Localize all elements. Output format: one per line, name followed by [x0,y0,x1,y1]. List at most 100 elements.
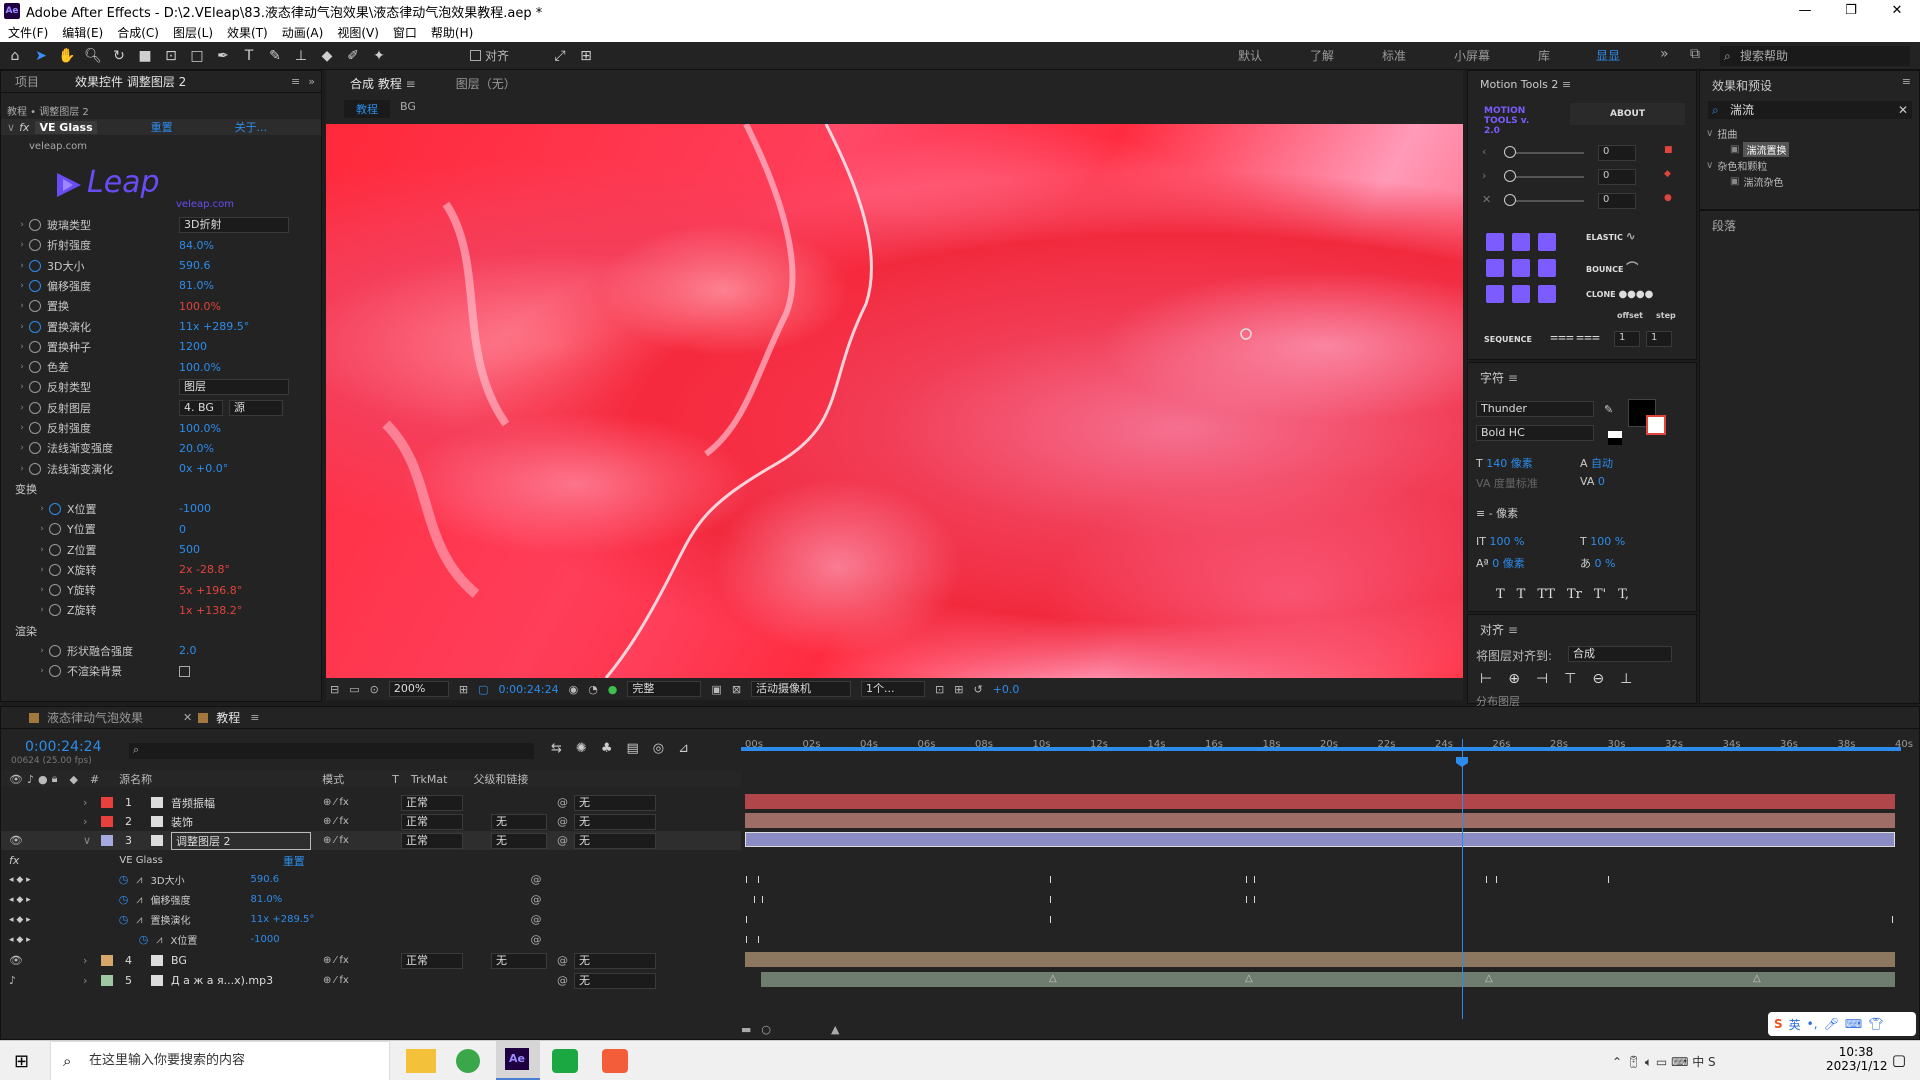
layer-switches[interactable]: ⊕ ⁄ fx [323,955,395,966]
tab-comp-tutorial[interactable]: 教程 [216,709,240,726]
effect-row-reset[interactable]: 重置 [283,853,305,869]
comp-breadcrumb-bg[interactable]: BG [400,100,416,118]
effect-property-row[interactable]: › 反射图层 4. BG 源 [15,399,315,416]
expand-arrow-icon[interactable]: › [15,464,29,474]
effect-property-row[interactable]: › 3D大小 590.6 [15,258,315,274]
audio-marker[interactable]: △ [1485,974,1493,984]
pickwhip-icon[interactable]: @ [557,974,568,987]
rotate-tool-icon[interactable]: ↻ [108,45,130,67]
file-explorer-icon[interactable] [406,1049,436,1073]
stopwatch-icon[interactable] [29,422,41,434]
effect-property-row[interactable]: › Y位置 0 [35,521,335,537]
selection-tool-icon[interactable]: ➤ [30,45,52,67]
layer-mode-select[interactable]: 正常 [401,832,463,849]
audio-marker[interactable]: △ [1049,974,1057,984]
menu-item[interactable]: 合成(C) [117,24,159,41]
property-value[interactable]: 1200 [179,340,207,353]
property-select-source[interactable]: 源 [229,399,283,416]
faux-style-button[interactable]: T, [1618,587,1629,602]
sequence-down-icon[interactable]: ⩶ [1576,329,1600,345]
faux-style-button[interactable]: TT [1537,587,1555,602]
stopwatch-icon[interactable] [29,300,41,313]
layer-mode-select[interactable]: 正常 [401,813,463,830]
about-button[interactable]: ABOUT [1570,103,1685,125]
effect-property-row[interactable]: › Y旋转 5x +196.8° [35,582,335,598]
effect-property-row[interactable]: › 偏移强度 81.0% [15,278,315,294]
effects-tree-item[interactable]: ▣ 湍流置换 [1706,141,1790,157]
stopwatch-icon[interactable]: ◷ [139,933,149,946]
mt-slider-track[interactable] [1504,176,1584,178]
align-to-select[interactable]: 合成 [1568,646,1672,662]
layer-search-input[interactable]: ⌕ [129,743,534,759]
stopwatch-icon[interactable] [49,502,61,515]
mode-header[interactable]: 模式 [322,771,344,787]
expand-arrow-icon[interactable]: › [15,261,29,271]
snap-grid-icon[interactable]: ⊞ [575,45,597,67]
home-icon[interactable]: ⌂ [4,45,26,67]
anchor-tr-button[interactable] [1538,233,1556,251]
property-select[interactable]: 图层 [179,379,289,396]
notification-icon[interactable]: ▢ [1892,1051,1906,1069]
pen-tool-icon[interactable]: ✒ [212,45,234,67]
graph-icon[interactable]: ⩘ [136,913,142,927]
anchor-grid[interactable] [1486,233,1560,309]
kerning-field[interactable]: VA 度量标准 [1476,475,1538,491]
tab-comp-main[interactable]: 液态律动气泡效果 [47,709,143,726]
expression-pickwhip-icon[interactable]: @ [531,893,542,906]
effect-property-row[interactable]: › 置换演化 11x +289.5° [15,319,315,335]
keyframe-marker[interactable]: I [757,936,765,946]
offset-input[interactable]: 1 [1614,331,1640,347]
effects-search-input[interactable]: ⌕ 湍流 ✕ [1708,101,1912,119]
tab-layer[interactable]: 图层（无） [456,75,516,92]
keyframe-marker[interactable]: I [753,896,761,906]
layer-parent-select[interactable]: 无 [574,832,656,849]
layer-parent-select[interactable]: 无 [574,972,656,989]
property-value[interactable]: 11x +289.5° [179,320,249,333]
zoom-slider-knob[interactable]: ○ [761,1023,771,1036]
font-size-field[interactable]: T 140 像素 [1476,455,1533,471]
mt-slider-input[interactable]: 0 [1598,193,1636,209]
effect-property-row[interactable]: › 置换 100.0% [15,298,315,314]
leading-field[interactable]: A 自动 [1580,455,1613,471]
windows-start-icon[interactable]: ⊞ [14,1051,29,1072]
tray-icons[interactable]: ⌃ 🔋︎ 🔈︎ ▭ ⌨ 中 S [1612,1053,1716,1070]
menu-item[interactable]: 窗口 [393,24,417,41]
layer-label-color[interactable] [101,835,113,846]
faux-style-button[interactable]: T [1517,587,1526,602]
menu-item[interactable]: 图层(L) [173,24,213,41]
stopwatch-icon[interactable]: ◷ [119,913,129,926]
camera-select[interactable]: 活动摄像机 [751,681,852,697]
anchor-tc-button[interactable] [1512,233,1530,251]
panel-menu-icon[interactable]: ≡ [1508,371,1518,385]
panel-menu-icon[interactable]: ≡ [1562,78,1571,91]
layer-switches[interactable]: ⊕ ⁄ fx [323,975,395,986]
clone-button[interactable]: CLONE ●●●● [1586,289,1653,300]
3d-renderer-icon[interactable]: ⊡ [935,683,944,696]
panel-menu-icon[interactable]: ≡ [1902,75,1911,88]
keyframe-marker[interactable]: I [1049,896,1057,906]
ime-keyboard-icon[interactable]: ⌨ [1845,1017,1862,1031]
reset-dot-icon[interactable]: ◆ [1664,169,1671,179]
mt-slider-knob[interactable] [1504,170,1516,182]
menu-item[interactable]: 效果(T) [227,24,268,41]
layer-name[interactable]: 音频振幅 [171,795,311,811]
close-tab-icon[interactable]: ✕ [183,711,192,724]
hand-tool-icon[interactable]: ✋ [56,45,78,67]
layer-mode-select[interactable]: 正常 [401,952,463,969]
stopwatch-icon[interactable] [29,361,41,374]
snapshot-icon[interactable]: ◉ [569,683,579,696]
mt-slider-input[interactable]: 0 [1598,145,1636,161]
puppet-tool-icon[interactable]: ✦ [368,45,390,67]
stopwatch-icon[interactable] [49,665,61,677]
stopwatch-icon[interactable] [29,239,41,252]
property-value[interactable]: 0 [179,523,186,536]
clear-search-icon[interactable]: ✕ [1898,101,1908,119]
anchor-mr-button[interactable] [1538,259,1556,277]
expand-arrow-icon[interactable]: › [15,403,29,413]
expand-panel-icon[interactable]: » [308,75,315,88]
eyedropper-icon[interactable]: ✎ [1604,403,1613,416]
fast-preview-icon[interactable]: ▣ [711,683,721,696]
slider-mode-icon[interactable]: › [1482,169,1486,182]
time-ruler[interactable]: 00s 02s 04s 06s 08s 10s 12s 14s 16s 18s 20s 22s 24s 2… [741,739,1913,763]
app-icon-camtasia[interactable] [552,1049,578,1073]
